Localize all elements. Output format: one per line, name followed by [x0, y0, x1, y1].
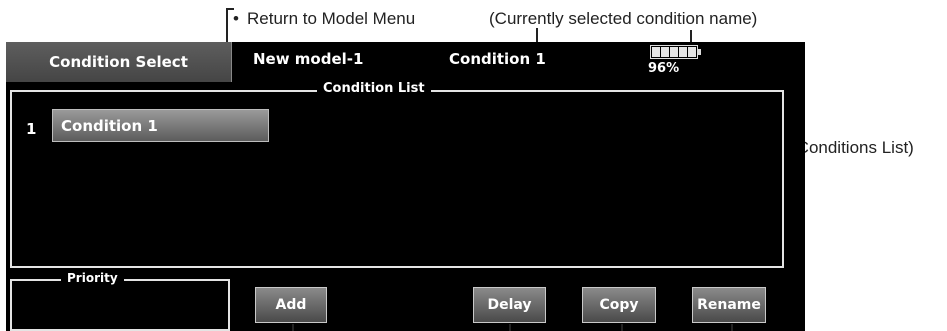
condition-item-label: Condition 1 — [61, 116, 158, 135]
callout-leader-delay — [509, 324, 511, 331]
callout-leader-rename — [731, 324, 733, 331]
battery-icon — [650, 45, 701, 59]
callout-leader-add — [292, 324, 294, 331]
callout-conditions-list: (Conditions List) — [791, 138, 914, 157]
priority-frame[interactable] — [10, 279, 230, 331]
copy-button[interactable]: Copy — [582, 287, 656, 323]
callout-selected-condition-name: (Currently selected condition name) — [489, 9, 758, 28]
condition-list-title: Condition List — [317, 80, 431, 98]
current-condition-name: Condition 1 — [449, 50, 546, 68]
model-name: New model-1 — [253, 50, 364, 68]
condition-number: 1 — [26, 120, 37, 138]
add-button[interactable]: Add — [255, 287, 327, 323]
condition-select-label: Condition Select — [49, 53, 188, 71]
delay-button[interactable]: Delay — [473, 287, 546, 323]
rename-button[interactable]: Rename — [692, 287, 766, 323]
transmitter-screen: Condition Select New model-1 Condition 1… — [6, 42, 805, 331]
callout-return-to-model-menu: Return to Model Menu — [247, 9, 416, 28]
rename-button-label: Rename — [697, 297, 761, 313]
callout-leader-copy — [621, 324, 623, 331]
callout-bullet: • — [233, 9, 239, 28]
add-button-label: Add — [275, 297, 307, 313]
condition-item-button[interactable]: Condition 1 — [52, 109, 269, 142]
delay-button-label: Delay — [487, 297, 532, 313]
condition-select-tab[interactable]: Condition Select — [6, 42, 232, 82]
priority-title: Priority — [61, 270, 124, 286]
copy-button-label: Copy — [599, 297, 639, 313]
callout-leader-battery — [690, 30, 692, 42]
battery-percent: 96% — [648, 61, 680, 76]
